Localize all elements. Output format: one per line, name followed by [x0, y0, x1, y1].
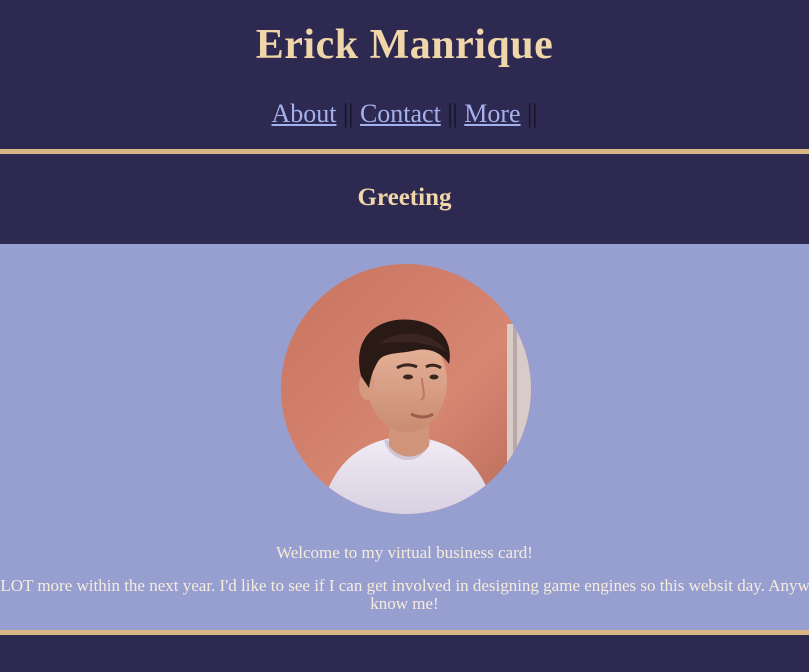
profile-photo — [281, 264, 531, 514]
profile-photo-icon — [281, 264, 531, 514]
greeting-content: Welcome to my virtual business card! it … — [0, 244, 809, 630]
site-footer — [0, 635, 809, 672]
main-nav: About || Contact || More || — [0, 96, 809, 132]
site-header: Erick Manrique About || Contact || More … — [0, 0, 809, 149]
nav-link-contact[interactable]: Contact — [360, 99, 441, 128]
nav-link-about[interactable]: About — [272, 99, 337, 128]
welcome-text: Welcome to my virtual business card! — [276, 543, 533, 562]
site-title: Erick Manrique — [255, 22, 554, 68]
intro-paragraph: it to be ALOT more within the next year.… — [0, 576, 809, 613]
nav-separator: || — [343, 99, 360, 128]
nav-link-more[interactable]: More — [464, 99, 520, 128]
section-title-greeting: Greeting — [357, 184, 452, 211]
nav-separator: || — [527, 99, 538, 128]
nav-separator: || — [447, 99, 465, 128]
